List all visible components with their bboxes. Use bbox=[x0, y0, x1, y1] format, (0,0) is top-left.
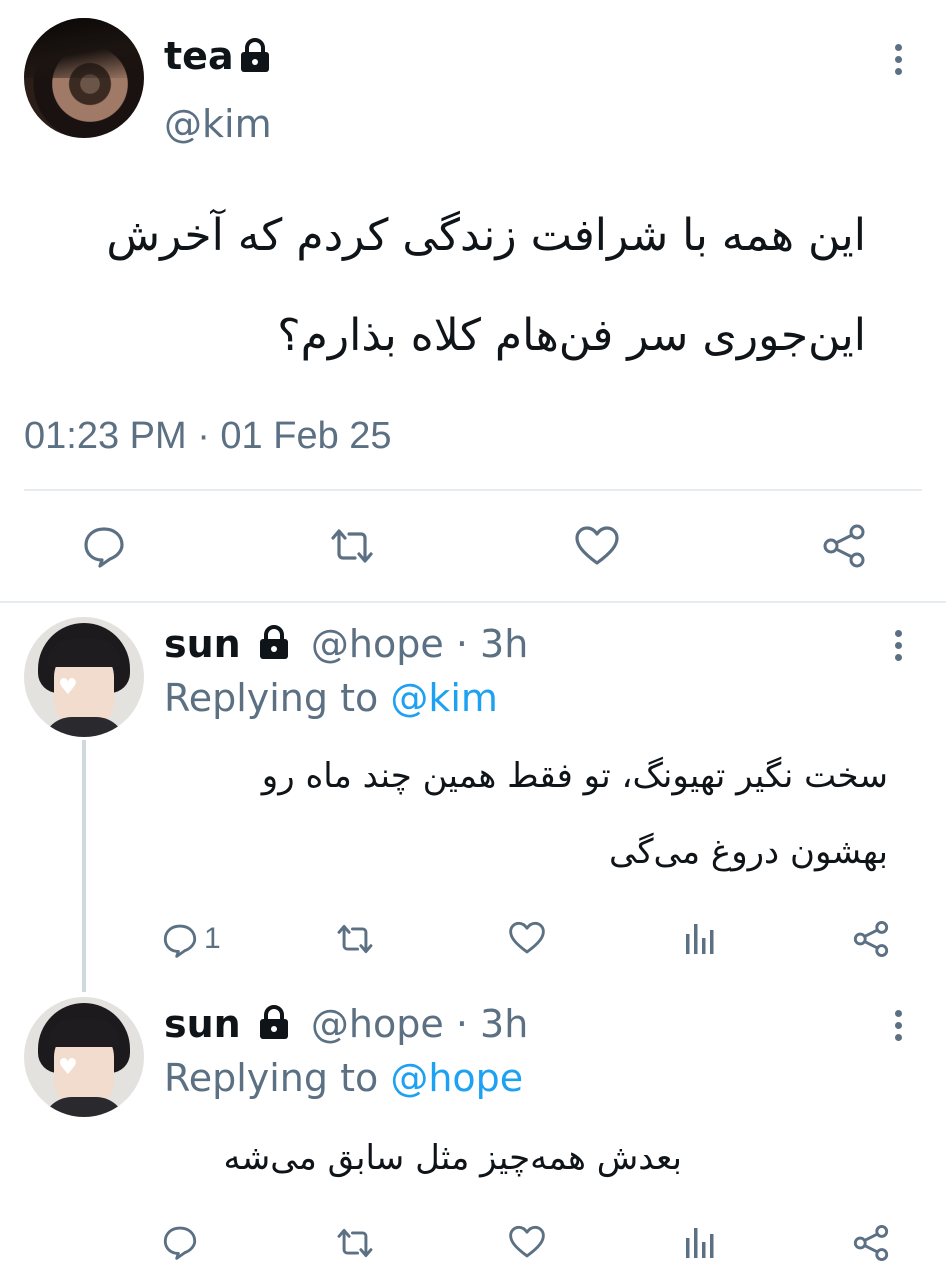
display-name[interactable]: sun bbox=[164, 1002, 241, 1046]
reply-header: sun @hope · 3h bbox=[164, 620, 528, 668]
retweet-icon[interactable] bbox=[334, 920, 376, 962]
share-icon[interactable] bbox=[852, 1224, 890, 1266]
more-options-icon[interactable] bbox=[892, 630, 904, 666]
analytics-icon[interactable] bbox=[684, 920, 716, 960]
heart-icon[interactable] bbox=[508, 1224, 546, 1264]
share-icon[interactable] bbox=[818, 522, 870, 570]
reply-button[interactable]: 1 bbox=[162, 918, 242, 962]
reply-text-line: بهشون دروغ می‌گی bbox=[609, 832, 888, 872]
reply-time: · 3h bbox=[455, 1002, 529, 1046]
retweet-icon[interactable] bbox=[334, 1224, 376, 1266]
handle[interactable]: @hope bbox=[311, 1002, 444, 1046]
reply-text-line: بعدش همه‌چیز مثل سابق می‌شه bbox=[223, 1138, 682, 1178]
comment-icon bbox=[163, 924, 197, 958]
heart-sticker-icon: ♥ bbox=[58, 675, 78, 700]
reply-text-line: سخت نگیر تهیونگ، تو فقط همین چند ماه رو bbox=[261, 756, 888, 796]
divider bbox=[24, 489, 922, 491]
replying-to-label: Replying to bbox=[164, 1056, 379, 1100]
lock-icon bbox=[255, 624, 295, 665]
tweet-text: این همه با شرافت زندگی کردم که آخرش این‌… bbox=[16, 186, 866, 386]
divider bbox=[0, 601, 946, 603]
display-name[interactable]: sun bbox=[164, 622, 241, 666]
mention-link[interactable]: @hope bbox=[390, 1056, 523, 1100]
mention-link[interactable]: @kim bbox=[390, 676, 498, 720]
comment-icon[interactable] bbox=[78, 522, 130, 570]
lock-icon bbox=[236, 38, 274, 78]
reply-header: sun @hope · 3h bbox=[164, 1000, 528, 1048]
more-options-icon[interactable] bbox=[892, 44, 904, 80]
heart-icon[interactable] bbox=[508, 920, 546, 960]
tweet-text-line: این‌جوری سر فن‌هام کلاه بذارم؟ bbox=[277, 310, 866, 361]
share-icon[interactable] bbox=[852, 920, 890, 962]
heart-sticker-icon: ♥ bbox=[58, 1055, 78, 1080]
reply-time: · 3h bbox=[455, 622, 529, 666]
comment-icon[interactable] bbox=[162, 1224, 198, 1264]
reply-text: سخت نگیر تهیونگ، تو فقط همین چند ماه رو … bbox=[148, 738, 888, 890]
avatar[interactable] bbox=[24, 18, 144, 138]
timestamp[interactable]: 01:23 PM · 01 Feb 25 bbox=[24, 412, 392, 460]
tweet-text-line: این همه با شرافت زندگی کردم که آخرش bbox=[106, 210, 866, 261]
analytics-icon[interactable] bbox=[684, 1224, 716, 1264]
avatar[interactable]: ♥ bbox=[24, 997, 144, 1117]
heart-icon[interactable] bbox=[571, 522, 623, 570]
replying-to: Replying to @kim bbox=[164, 674, 498, 722]
retweet-icon[interactable] bbox=[326, 522, 378, 570]
handle[interactable]: @kim bbox=[164, 100, 272, 148]
handle[interactable]: @hope bbox=[311, 622, 444, 666]
replying-to: Replying to @hope bbox=[164, 1054, 523, 1102]
lock-icon bbox=[255, 1004, 295, 1045]
reply-text: بعدش همه‌چیز مثل سابق می‌شه bbox=[82, 1120, 682, 1196]
more-options-icon[interactable] bbox=[892, 1010, 904, 1046]
display-name[interactable]: tea bbox=[164, 32, 234, 80]
reply-count: 1 bbox=[204, 922, 221, 955]
thread-line bbox=[82, 740, 86, 992]
replying-to-label: Replying to bbox=[164, 676, 379, 720]
avatar[interactable]: ♥ bbox=[24, 617, 144, 737]
